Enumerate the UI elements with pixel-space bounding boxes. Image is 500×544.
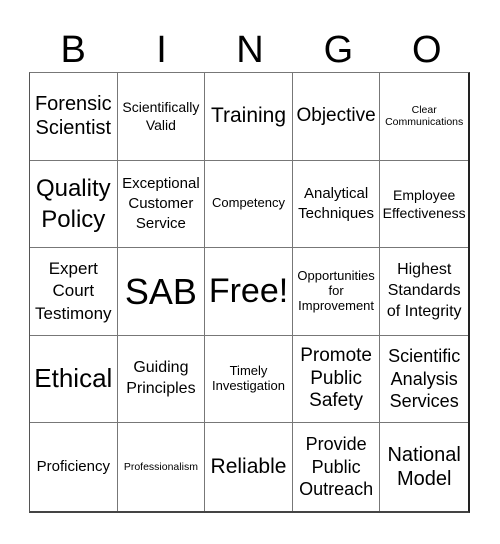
- header-letter-i: I: [156, 29, 167, 71]
- bingo-cell[interactable]: Analytical Techniques: [292, 160, 381, 249]
- bingo-cell[interactable]: Scientific Analysis Services: [380, 336, 468, 424]
- bingo-cell[interactable]: National Model: [380, 423, 468, 511]
- bingo-cell[interactable]: Clear Communications: [380, 73, 468, 161]
- bingo-cell[interactable]: Competency: [205, 160, 293, 249]
- bingo-cell[interactable]: Opportunities for Improvement: [292, 248, 381, 336]
- bingo-cell[interactable]: Scientifically Valid: [117, 73, 206, 161]
- header-letter-o: O: [411, 29, 442, 71]
- bingo-cell[interactable]: Employee Effectiveness: [380, 161, 468, 249]
- bingo-cell[interactable]: Training: [205, 73, 293, 161]
- bingo-cell[interactable]: Quality Policy: [30, 160, 118, 249]
- header-letter-g: G: [323, 29, 354, 71]
- bingo-cell[interactable]: Forensic Scientist: [30, 73, 118, 161]
- bingo-cell[interactable]: Provide Public Outreach: [293, 423, 381, 511]
- bingo-cell[interactable]: Professionalism: [118, 423, 206, 511]
- bingo-cell[interactable]: Promote Public Safety: [292, 335, 381, 424]
- header-letter-b: B: [60, 29, 86, 71]
- bingo-cell[interactable]: SAB: [117, 248, 206, 336]
- bingo-cell[interactable]: Expert Court Testimony: [30, 248, 118, 336]
- bingo-cell[interactable]: Ethical: [30, 335, 118, 424]
- bingo-cell[interactable]: Exceptional Customer Service: [117, 160, 206, 249]
- bingo-cell[interactable]: Reliable: [205, 423, 293, 511]
- bingo-grid: Forensic Scientist Scientifically Valid …: [29, 72, 470, 513]
- bingo-cell[interactable]: Objective: [292, 73, 381, 161]
- bingo-cell[interactable]: Proficiency: [30, 423, 118, 511]
- header-letter-n: N: [236, 29, 264, 71]
- free-space-cell[interactable]: Free!: [205, 248, 293, 336]
- bingo-header: B I N G O: [29, 28, 471, 72]
- bingo-cell[interactable]: Timely Investigation: [205, 335, 293, 424]
- bingo-cell[interactable]: Highest Standards of Integrity: [380, 248, 468, 336]
- bingo-cell[interactable]: Guiding Principles: [117, 335, 206, 424]
